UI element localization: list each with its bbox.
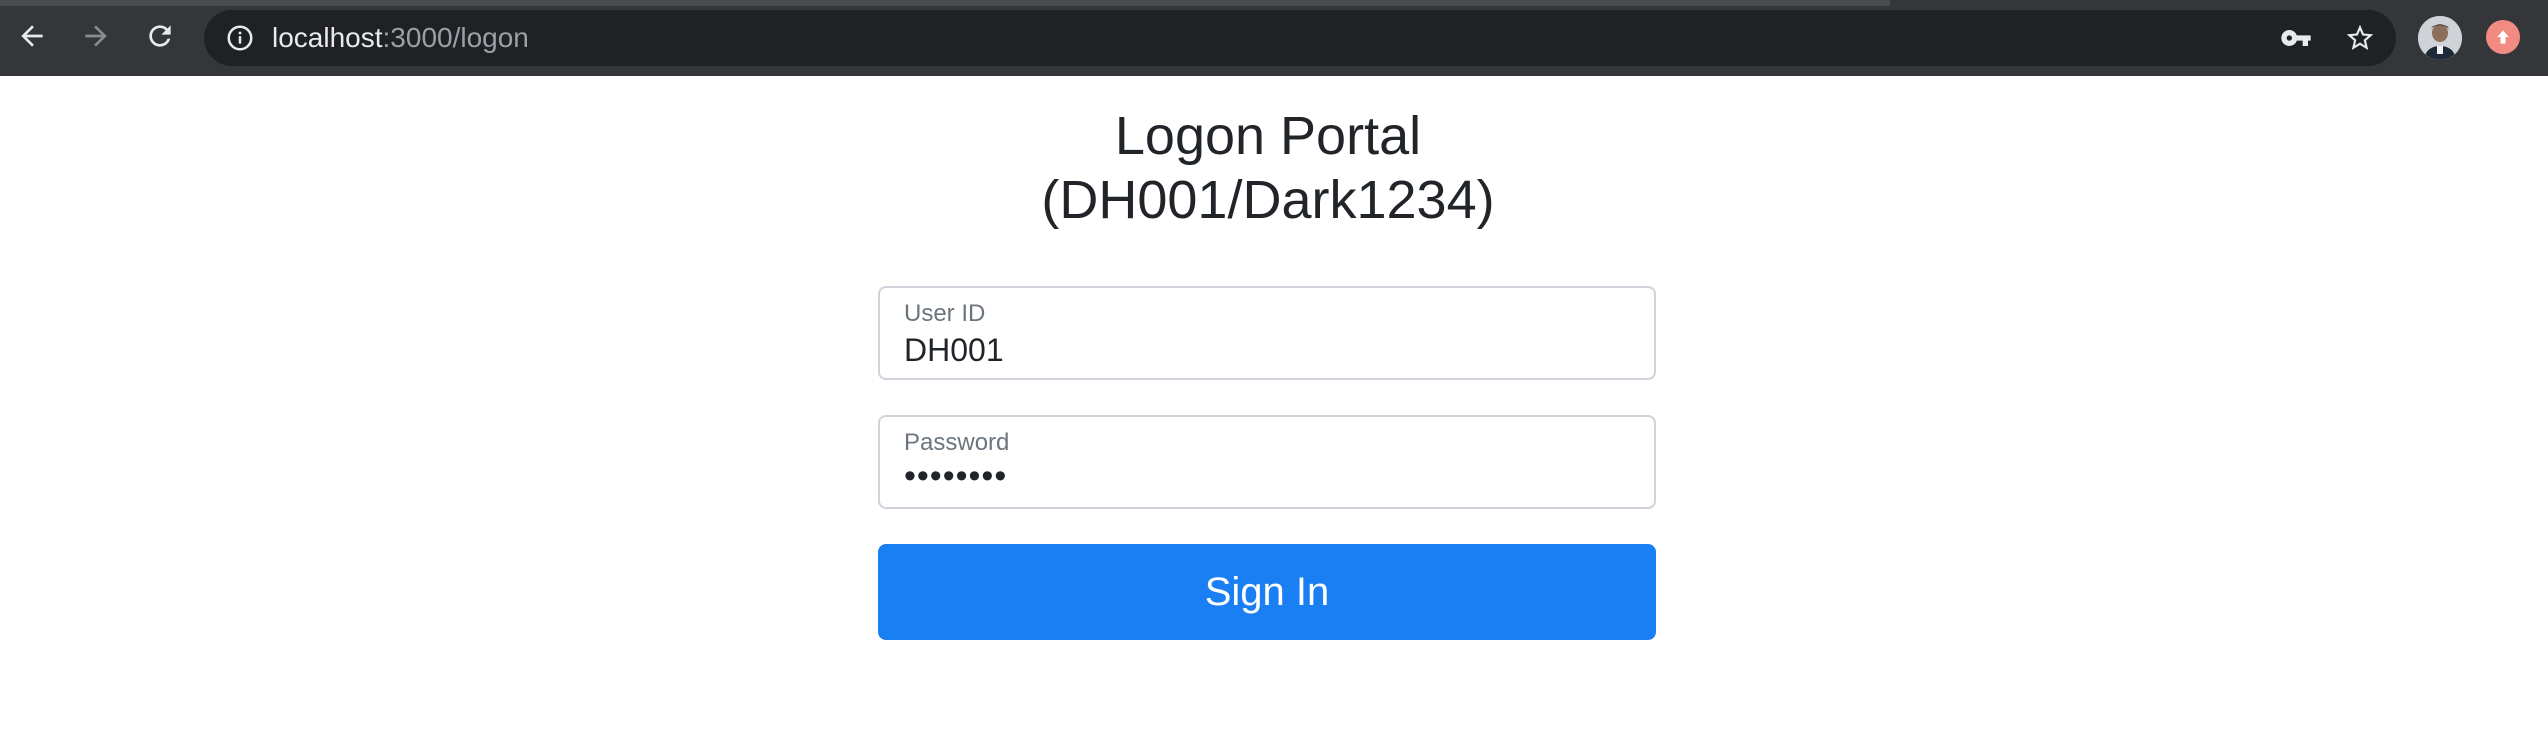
address-bar[interactable]: localhost:3000/logon <box>204 10 2396 66</box>
password-field[interactable]: Password •••••••• <box>878 415 1656 509</box>
reload-button[interactable] <box>138 14 182 58</box>
page-title-line-1: Logon Portal <box>1114 106 1422 166</box>
profile-photo-icon <box>2418 16 2462 60</box>
user-id-input[interactable]: DH001 <box>904 332 1004 369</box>
user-id-field[interactable]: User ID DH001 <box>878 286 1656 380</box>
info-icon[interactable] <box>220 18 260 58</box>
back-arrow-icon <box>21 25 43 47</box>
browser-toolbar: localhost:3000/logon <box>0 0 2548 76</box>
url-host: localhost <box>272 22 383 53</box>
tab-strip-edge <box>0 0 1890 6</box>
url-path: :3000/logon <box>382 22 529 53</box>
user-id-label: User ID <box>904 300 986 327</box>
key-icon[interactable] <box>2276 18 2316 58</box>
forward-button[interactable] <box>74 14 118 58</box>
reload-icon <box>149 25 171 47</box>
password-input[interactable]: •••••••• <box>904 457 1007 496</box>
update-button[interactable] <box>2486 20 2520 54</box>
url-text[interactable]: localhost:3000/logon <box>272 10 529 66</box>
password-label: Password <box>904 429 1010 456</box>
page-title: Logon Portal (DH001/Dark1234) <box>0 104 2536 232</box>
sign-in-button[interactable]: Sign In <box>878 544 1656 640</box>
page-title-line-2: (DH001/Dark1234) <box>1041 170 1495 230</box>
avatar[interactable] <box>2418 16 2462 60</box>
star-icon[interactable] <box>2340 18 2380 58</box>
back-button[interactable] <box>10 14 54 58</box>
update-arrow-icon <box>2497 30 2509 44</box>
forward-arrow-icon <box>85 25 107 47</box>
